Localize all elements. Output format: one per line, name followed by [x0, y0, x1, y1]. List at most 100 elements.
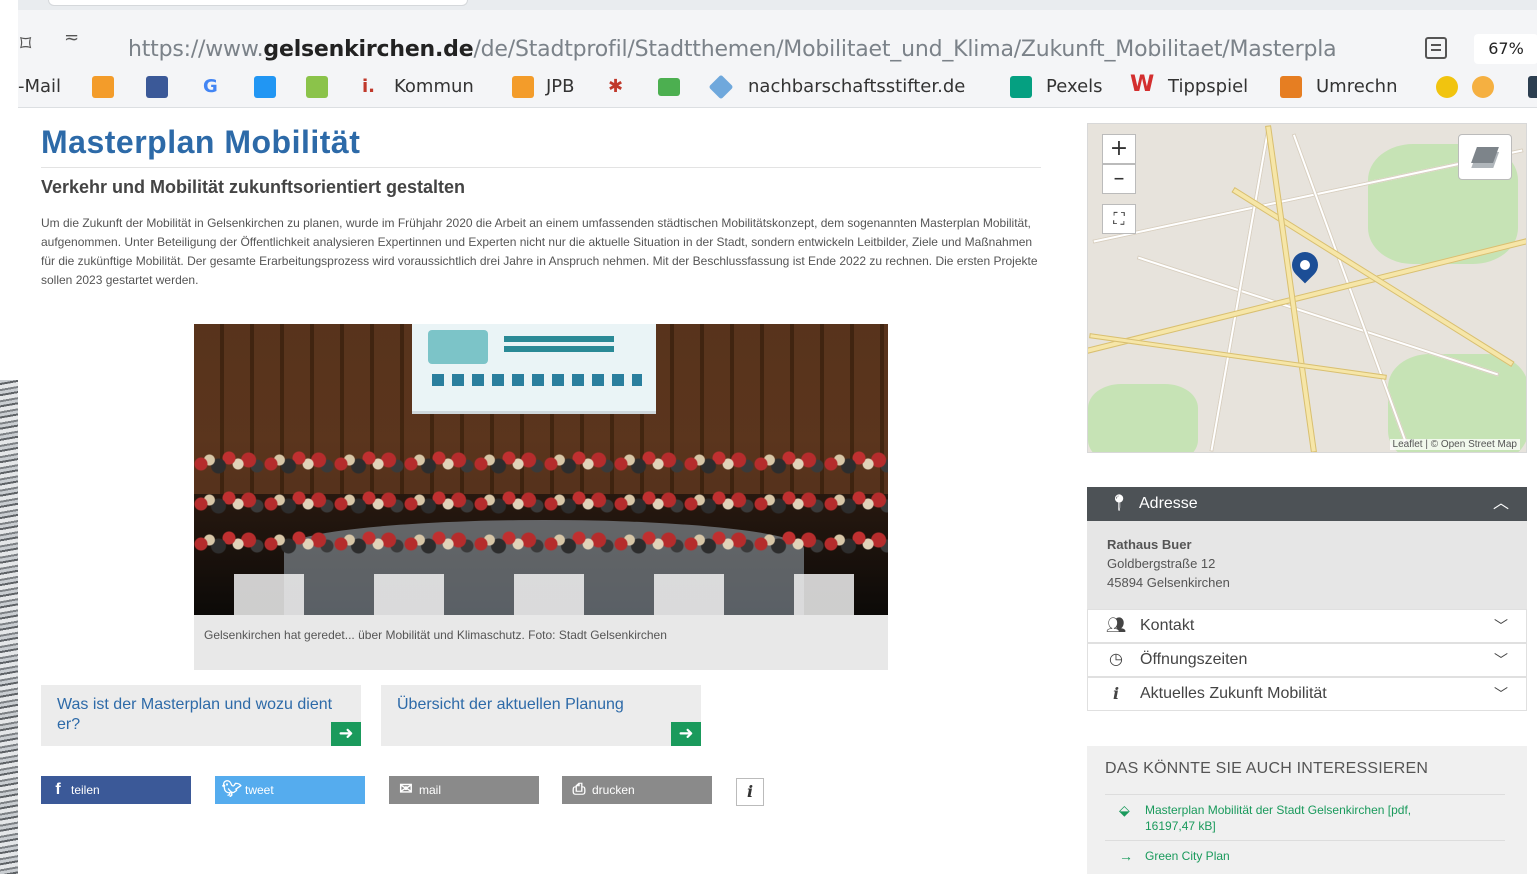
share-label: teilen: [71, 783, 100, 797]
article-figure: Gelsenkirchen hat geredet... über Mobili…: [194, 324, 888, 670]
bookmark-pexels[interactable]: Pexels: [1046, 76, 1103, 98]
puzzle-icon[interactable]: ✱: [608, 76, 623, 98]
tab-strip: [18, 0, 1537, 10]
download-icon: ⬙: [1119, 802, 1130, 818]
share-label: mail: [419, 783, 442, 797]
address-line-2: Goldbergstraße 12: [1107, 556, 1216, 571]
jpb-icon[interactable]: [512, 76, 534, 98]
address-heading: Adresse: [1139, 495, 1198, 512]
related-divider: [1105, 840, 1505, 841]
share-twitter-button[interactable]: 🐦︎ tweet: [215, 776, 365, 804]
address-details: Rathaus Buer Goldbergstraße 12 45894 Gel…: [1087, 521, 1527, 609]
related-heading: DAS KÖNNTE SIE AUCH INTERESSIEREN: [1105, 760, 1429, 777]
pexels-icon[interactable]: [1010, 76, 1032, 98]
map-fullscreen-button[interactable]: ⛶: [1102, 204, 1136, 234]
info-icon[interactable]: i.: [362, 76, 375, 98]
bookmark-nachbarschaftsstifter[interactable]: nachbarschaftsstifter.de: [748, 76, 965, 98]
address-line-3: 45894 Gelsenkirchen: [1107, 575, 1230, 590]
page-title: Masterplan Mobilität: [41, 124, 361, 160]
google-icon[interactable]: G: [203, 76, 218, 98]
accordion-kontakt[interactable]: 👥︎ Kontakt ﹀: [1087, 609, 1527, 643]
related-link-label: Green City Plan: [1145, 849, 1230, 863]
photo-screen-slogan: [504, 336, 614, 342]
w-icon[interactable]: W: [1130, 74, 1154, 96]
related-links-box: DAS KÖNNTE SIE AUCH INTERESSIEREN ⬙ Mast…: [1087, 746, 1527, 874]
bookmark-kommun[interactable]: Kommun: [394, 76, 474, 98]
background-edge: [0, 0, 18, 874]
calendar-icon[interactable]: [92, 76, 114, 98]
photo-screen-badge: [428, 330, 488, 364]
page-subtitle: Verkehr und Mobilität zukunftsorientiert…: [41, 177, 466, 197]
map-main-road: [1089, 333, 1387, 380]
map-zoom-out-button[interactable]: –: [1102, 164, 1136, 194]
printer-icon: ⎙: [572, 781, 586, 798]
map-layers-icon[interactable]: [1458, 134, 1512, 180]
globe-icon[interactable]: [146, 76, 168, 98]
photo-caption: Gelsenkirchen hat geredet... über Mobili…: [204, 628, 667, 642]
share-mail-button[interactable]: ✉ mail: [389, 776, 539, 804]
accordion-label: Kontakt: [1140, 617, 1195, 634]
teaser-label: Übersicht der aktuellen Planung: [397, 696, 624, 713]
teaser-masterplan[interactable]: Was ist der Masterplan und wozu dient er…: [41, 685, 361, 746]
bookmark-mail[interactable]: -Mail: [18, 76, 61, 98]
bookmark-tippspiel[interactable]: Tippspiel: [1168, 76, 1248, 98]
map-street: [1209, 126, 1271, 452]
photo-screen-skyline: [432, 374, 642, 386]
teaser-planning-overview[interactable]: Übersicht der aktuellen Planung ➜: [381, 685, 701, 746]
browser-window: ⌑ ≂ https://www.gelsenkirchen.de/de/Stad…: [0, 0, 1537, 874]
accordion-aktuelles[interactable]: i Aktuelles Zukunft Mobilität ﹀: [1087, 677, 1527, 711]
map-zoom-in-button[interactable]: +: [1102, 134, 1136, 164]
photo-boards: [234, 574, 854, 615]
tree-photo-edge: [0, 380, 18, 874]
share-facebook-button[interactable]: f teilen: [41, 776, 191, 804]
arrow-right-icon[interactable]: ➜: [671, 722, 701, 746]
address-bar: ⌑ ≂ https://www.gelsenkirchen.de/de/Stad…: [18, 10, 1537, 68]
clock-icon: ◷: [1109, 651, 1123, 668]
facebook-icon: f: [55, 781, 61, 798]
location-map[interactable]: + – ⛶ Leaflet | © Open Street Map: [1087, 123, 1527, 453]
calculator-icon[interactable]: [1280, 76, 1302, 98]
info-icon: i: [1112, 684, 1120, 703]
share-label: tweet: [245, 783, 274, 797]
location-pin-icon: 📍︎: [1109, 495, 1130, 512]
bookmark-umrechn[interactable]: Umrechn: [1316, 76, 1398, 98]
accordion-oeffnungszeiten[interactable]: ◷ Öffnungszeiten ﹀: [1087, 643, 1527, 677]
url-text[interactable]: https://www.gelsenkirchen.de/de/Stadtpro…: [128, 37, 1337, 62]
bookmarks-bar: -Mail G i. Kommun JPB ✱ nachbarschaftsst…: [18, 68, 1537, 108]
bookmark-jpb[interactable]: JPB: [546, 76, 575, 98]
mail-icon: ✉: [399, 781, 413, 798]
calendar-grid-icon[interactable]: [254, 76, 276, 98]
event-photo[interactable]: [194, 324, 888, 615]
related-link-label: Masterplan Mobilität der Stadt Gelsenkir…: [1145, 803, 1412, 833]
share-label: drucken: [592, 783, 635, 797]
map-park: [1088, 384, 1198, 452]
overflow-icon[interactable]: [1528, 76, 1537, 98]
emoji-icon[interactable]: [1472, 76, 1494, 98]
contact-icon: 👥︎: [1105, 617, 1127, 634]
intro-text: Um die Zukunft der Mobilität in Gelsenki…: [41, 216, 1038, 287]
page-settings-icon[interactable]: ≂: [64, 27, 79, 48]
map-attribution[interactable]: Leaflet | © Open Street Map: [1389, 439, 1520, 450]
chevron-down-icon[interactable]: ﹀: [1494, 678, 1508, 710]
cube-icon[interactable]: [708, 74, 734, 100]
zoom-level[interactable]: 67%: [1474, 34, 1537, 64]
envelope-icon[interactable]: [658, 78, 680, 96]
active-tab[interactable]: [48, 0, 468, 6]
arrow-right-icon[interactable]: ➜: [331, 722, 361, 746]
map-street: [1136, 255, 1500, 377]
share-info-button[interactable]: i: [736, 778, 764, 806]
teaser-label: Was ist der Masterplan und wozu dient er…: [57, 696, 333, 733]
bookmark-icon[interactable]: ⌑: [20, 32, 31, 57]
reader-view-icon[interactable]: [1425, 37, 1447, 59]
chevron-down-icon[interactable]: ﹀: [1494, 644, 1508, 676]
jb-icon[interactable]: [306, 76, 328, 98]
address-line-1: Rathaus Buer: [1107, 537, 1192, 552]
print-button[interactable]: ⎙ drucken: [562, 776, 712, 804]
emoji-icon[interactable]: [1436, 76, 1458, 98]
chevron-up-icon[interactable]: ︿: [1493, 487, 1509, 521]
chevron-down-icon[interactable]: ﹀: [1494, 610, 1508, 642]
address-header[interactable]: 📍︎ Adresse ︿: [1087, 487, 1527, 521]
accordion-label: Aktuelles Zukunft Mobilität: [1140, 685, 1327, 702]
title-divider: [41, 167, 1041, 168]
accordion-label: Öffnungszeiten: [1140, 651, 1248, 668]
